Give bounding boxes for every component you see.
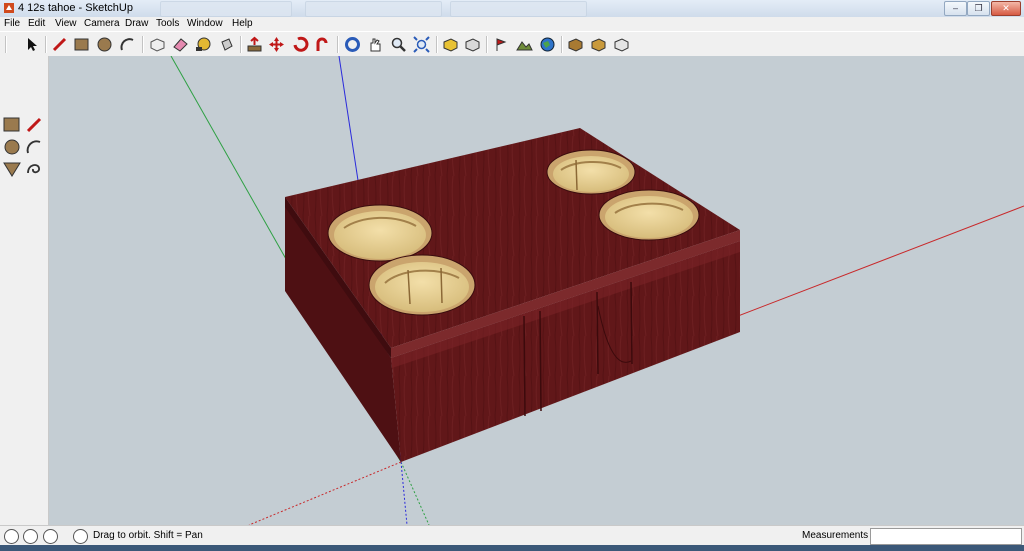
share-component-icon[interactable] bbox=[613, 36, 630, 53]
google-earth-icon[interactable] bbox=[539, 36, 556, 53]
arc-icon[interactable] bbox=[119, 36, 136, 53]
red-axis bbox=[698, 205, 1024, 332]
add-location-icon[interactable] bbox=[493, 36, 510, 53]
zoom-extents-icon[interactable] bbox=[413, 36, 430, 53]
os-taskbar bbox=[0, 545, 1024, 551]
get-models-icon[interactable] bbox=[442, 36, 459, 53]
rectangle-icon[interactable] bbox=[73, 36, 90, 53]
title-bar: 4 12s tahoe - SketchUp – ❐ ✕ bbox=[0, 0, 1024, 18]
pan-icon[interactable] bbox=[367, 36, 384, 53]
sub-hole[interactable] bbox=[546, 149, 636, 195]
red-axis-negative bbox=[248, 461, 402, 525]
orbit-icon[interactable] bbox=[344, 36, 361, 53]
menu-window[interactable]: Window bbox=[187, 18, 223, 29]
menu-edit[interactable]: Edit bbox=[28, 18, 45, 29]
user-icon[interactable] bbox=[43, 529, 58, 544]
get-photo-texture-icon[interactable] bbox=[567, 36, 584, 53]
close-button[interactable]: ✕ bbox=[991, 1, 1021, 16]
line-icon[interactable] bbox=[51, 36, 68, 53]
component-icon[interactable] bbox=[590, 36, 607, 53]
polygon-icon[interactable] bbox=[3, 160, 21, 178]
measurements-input[interactable] bbox=[870, 528, 1022, 545]
make-component-icon[interactable] bbox=[149, 36, 166, 53]
background-tab bbox=[160, 1, 292, 17]
freehand-icon[interactable] bbox=[25, 160, 43, 178]
measurements-label: Measurements bbox=[802, 530, 869, 541]
rectangle-icon[interactable] bbox=[3, 116, 21, 134]
eraser-icon[interactable] bbox=[172, 36, 189, 53]
share-model-icon[interactable] bbox=[464, 36, 481, 53]
paint-bucket-icon[interactable] bbox=[218, 36, 235, 53]
arc-icon[interactable] bbox=[25, 138, 43, 156]
circle-icon[interactable] bbox=[3, 138, 21, 156]
select-icon[interactable] bbox=[23, 36, 40, 53]
tape-measure-icon[interactable] bbox=[195, 36, 212, 53]
sketchup-app-icon bbox=[4, 3, 14, 13]
status-hint: Drag to orbit. Shift = Pan bbox=[93, 530, 203, 541]
zoom-icon[interactable] bbox=[390, 36, 407, 53]
rotate-icon[interactable] bbox=[292, 36, 309, 53]
main-toolbar bbox=[0, 31, 1024, 58]
push-pull-icon[interactable] bbox=[246, 36, 263, 53]
minimize-button[interactable]: – bbox=[944, 1, 967, 16]
background-tab bbox=[450, 1, 587, 17]
sub-hole[interactable] bbox=[327, 204, 433, 262]
menu-tools[interactable]: Tools bbox=[156, 18, 179, 29]
blue-axis-negative bbox=[400, 461, 408, 525]
menu-bar: File Edit View Camera Draw Tools Window … bbox=[0, 17, 1024, 31]
toggle-terrain-icon[interactable] bbox=[516, 36, 533, 53]
menu-view[interactable]: View bbox=[55, 18, 77, 29]
menu-draw[interactable]: Draw bbox=[125, 18, 148, 29]
menu-camera[interactable]: Camera bbox=[84, 18, 120, 29]
restore-button[interactable]: ❐ bbox=[967, 1, 990, 16]
model-canvas[interactable] bbox=[49, 56, 1024, 525]
move-icon[interactable] bbox=[268, 36, 285, 53]
window-title: 4 12s tahoe - SketchUp bbox=[18, 2, 133, 14]
credits-icon[interactable] bbox=[23, 529, 38, 544]
menu-file[interactable]: File bbox=[4, 18, 20, 29]
instructor-icon[interactable] bbox=[73, 529, 88, 544]
circle-icon[interactable] bbox=[96, 36, 113, 53]
background-tab bbox=[305, 1, 442, 17]
modeling-viewport[interactable] bbox=[49, 56, 1024, 525]
line-icon[interactable] bbox=[25, 116, 43, 134]
follow-me-icon[interactable] bbox=[315, 36, 332, 53]
geo-location-icon[interactable] bbox=[4, 529, 19, 544]
status-bar: Drag to orbit. Shift = Pan Measurements bbox=[0, 525, 1024, 546]
sub-hole[interactable] bbox=[598, 189, 700, 241]
menu-help[interactable]: Help bbox=[232, 18, 253, 29]
left-tool-palette bbox=[0, 56, 49, 525]
green-axis-negative bbox=[400, 461, 430, 525]
sub-hole[interactable] bbox=[368, 254, 476, 316]
